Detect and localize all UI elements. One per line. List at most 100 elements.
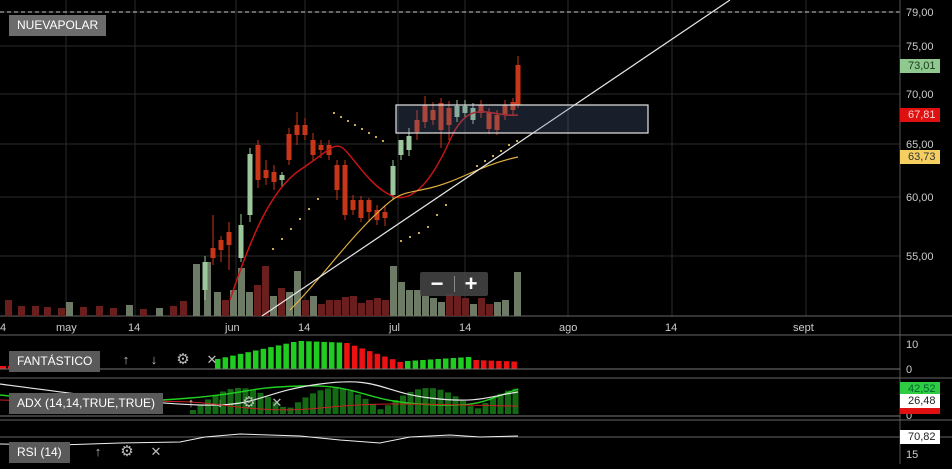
candle-body [515, 65, 521, 105]
time-tick-label: jun [224, 322, 240, 334]
close-icon[interactable]: ✕ [269, 395, 285, 411]
volume-bar [262, 266, 269, 316]
candle-body [210, 248, 216, 258]
stop-dot [427, 226, 429, 228]
oscillator-bar [465, 357, 472, 369]
ma-slow-badge: 63,73 [900, 150, 940, 164]
stop-dot [436, 214, 438, 216]
volume-bar [254, 285, 261, 316]
volume-bar [454, 296, 461, 316]
adx-bar [257, 392, 264, 414]
arrow-up-icon[interactable]: ↑ [90, 444, 106, 460]
oscillator-bar [321, 341, 327, 369]
adx-bar [377, 409, 384, 414]
oscillator-bar [374, 353, 381, 369]
stop-dot [354, 124, 356, 126]
stop-dot [375, 136, 377, 138]
volume-bar [110, 308, 117, 316]
oscillator-bar [306, 341, 312, 369]
zoom-divider [454, 276, 455, 292]
close-icon[interactable]: ✕ [148, 444, 164, 460]
adx-bar [332, 388, 339, 414]
stop-dot [281, 238, 283, 240]
time-tick-label: 14 [128, 322, 140, 334]
adx-bar [302, 397, 309, 414]
candle-body [271, 172, 277, 182]
volume-bar [126, 305, 133, 316]
indicator-label-fantastico[interactable]: FANTÁSTICO [9, 351, 101, 372]
oscillator-bar [397, 361, 403, 369]
price-tick-label: 60,00 [906, 192, 934, 204]
volume-bar [246, 292, 253, 316]
oscillator-bar [275, 345, 282, 369]
arrow-down-icon[interactable]: ↓ [212, 395, 228, 411]
stop-dot [308, 208, 310, 210]
volume-bar [438, 302, 445, 316]
time-tick-label: sept [793, 322, 814, 334]
adx-bar [287, 407, 294, 414]
volume-bar [302, 300, 309, 316]
arrow-up-icon[interactable]: ↑ [183, 395, 199, 411]
close-icon[interactable]: ✕ [204, 352, 220, 368]
oscillator-bar [344, 343, 350, 369]
stop-dot [418, 232, 420, 234]
chart-workspace[interactable]: 79,00 75,00 70,00 65,00 60,00 55,00 4 may 14 jun 1… [0, 0, 952, 464]
volume-bar [278, 288, 285, 316]
time-tick-label: may [56, 322, 77, 334]
oscillator-bar [405, 361, 411, 369]
arrow-down-icon[interactable]: ↓ [146, 352, 162, 368]
time-tick-label: ago [559, 322, 577, 334]
volume-bar [486, 304, 493, 316]
volume-bar [390, 266, 397, 316]
price-tick-label: 75,00 [906, 41, 934, 53]
gear-icon[interactable]: ⚙ [119, 444, 135, 460]
adx-bar [295, 402, 301, 414]
volume-bar [514, 272, 521, 316]
candle-body [302, 125, 308, 135]
oscillator-bar [298, 341, 305, 369]
adx-bar [437, 389, 444, 414]
adx-bar [340, 388, 346, 414]
selection-rectangle [395, 104, 649, 134]
adx-minus-badge [900, 408, 940, 414]
zoom-in-button[interactable]: + [456, 272, 486, 296]
volume-bar [374, 298, 381, 316]
adx-bar [310, 393, 316, 414]
volume-bar [156, 308, 163, 316]
candle-body [310, 140, 316, 155]
symbol-label: NUEVAPOLAR [9, 15, 107, 36]
arrow-up-icon[interactable]: ↑ [118, 352, 134, 368]
volume-bar [310, 296, 317, 316]
oscillator-bar [503, 361, 510, 369]
oscillator-bar [237, 353, 244, 369]
volume-bar [230, 290, 237, 316]
oscillator-bar [427, 359, 434, 369]
oscillator-bar [412, 360, 419, 369]
price-tick-label: 55,00 [906, 251, 934, 263]
volume-bar [422, 296, 429, 316]
oscillator-bar [443, 358, 449, 369]
stop-dot [500, 150, 502, 152]
indicator-label-adx[interactable]: ADX (14,14,TRUE,TRUE) [9, 393, 164, 414]
time-tick-label: jul [388, 322, 400, 334]
oscillator-bar [367, 351, 373, 369]
volume-bar [140, 309, 147, 316]
stop-dot [340, 116, 342, 118]
candle-body [247, 154, 253, 215]
price-tick-label: 79,00 [906, 7, 934, 19]
candle-body [318, 145, 324, 150]
oscillator-bar [435, 359, 441, 369]
indicator-label-rsi[interactable]: RSI (14) [9, 442, 70, 463]
candle-body [406, 136, 412, 150]
oscillator-bar [329, 342, 335, 369]
oscillator-bar [351, 345, 358, 369]
zoom-out-button[interactable]: − [422, 272, 452, 296]
oscillator-bar [359, 348, 365, 369]
stop-dot [476, 165, 478, 167]
adx-bar [415, 389, 421, 414]
volume-bar [222, 300, 229, 316]
volume-bar [342, 297, 349, 316]
zoom-control: − + [420, 272, 488, 296]
gear-icon[interactable]: ⚙ [175, 352, 191, 368]
gear-icon[interactable]: ⚙ [241, 395, 257, 411]
